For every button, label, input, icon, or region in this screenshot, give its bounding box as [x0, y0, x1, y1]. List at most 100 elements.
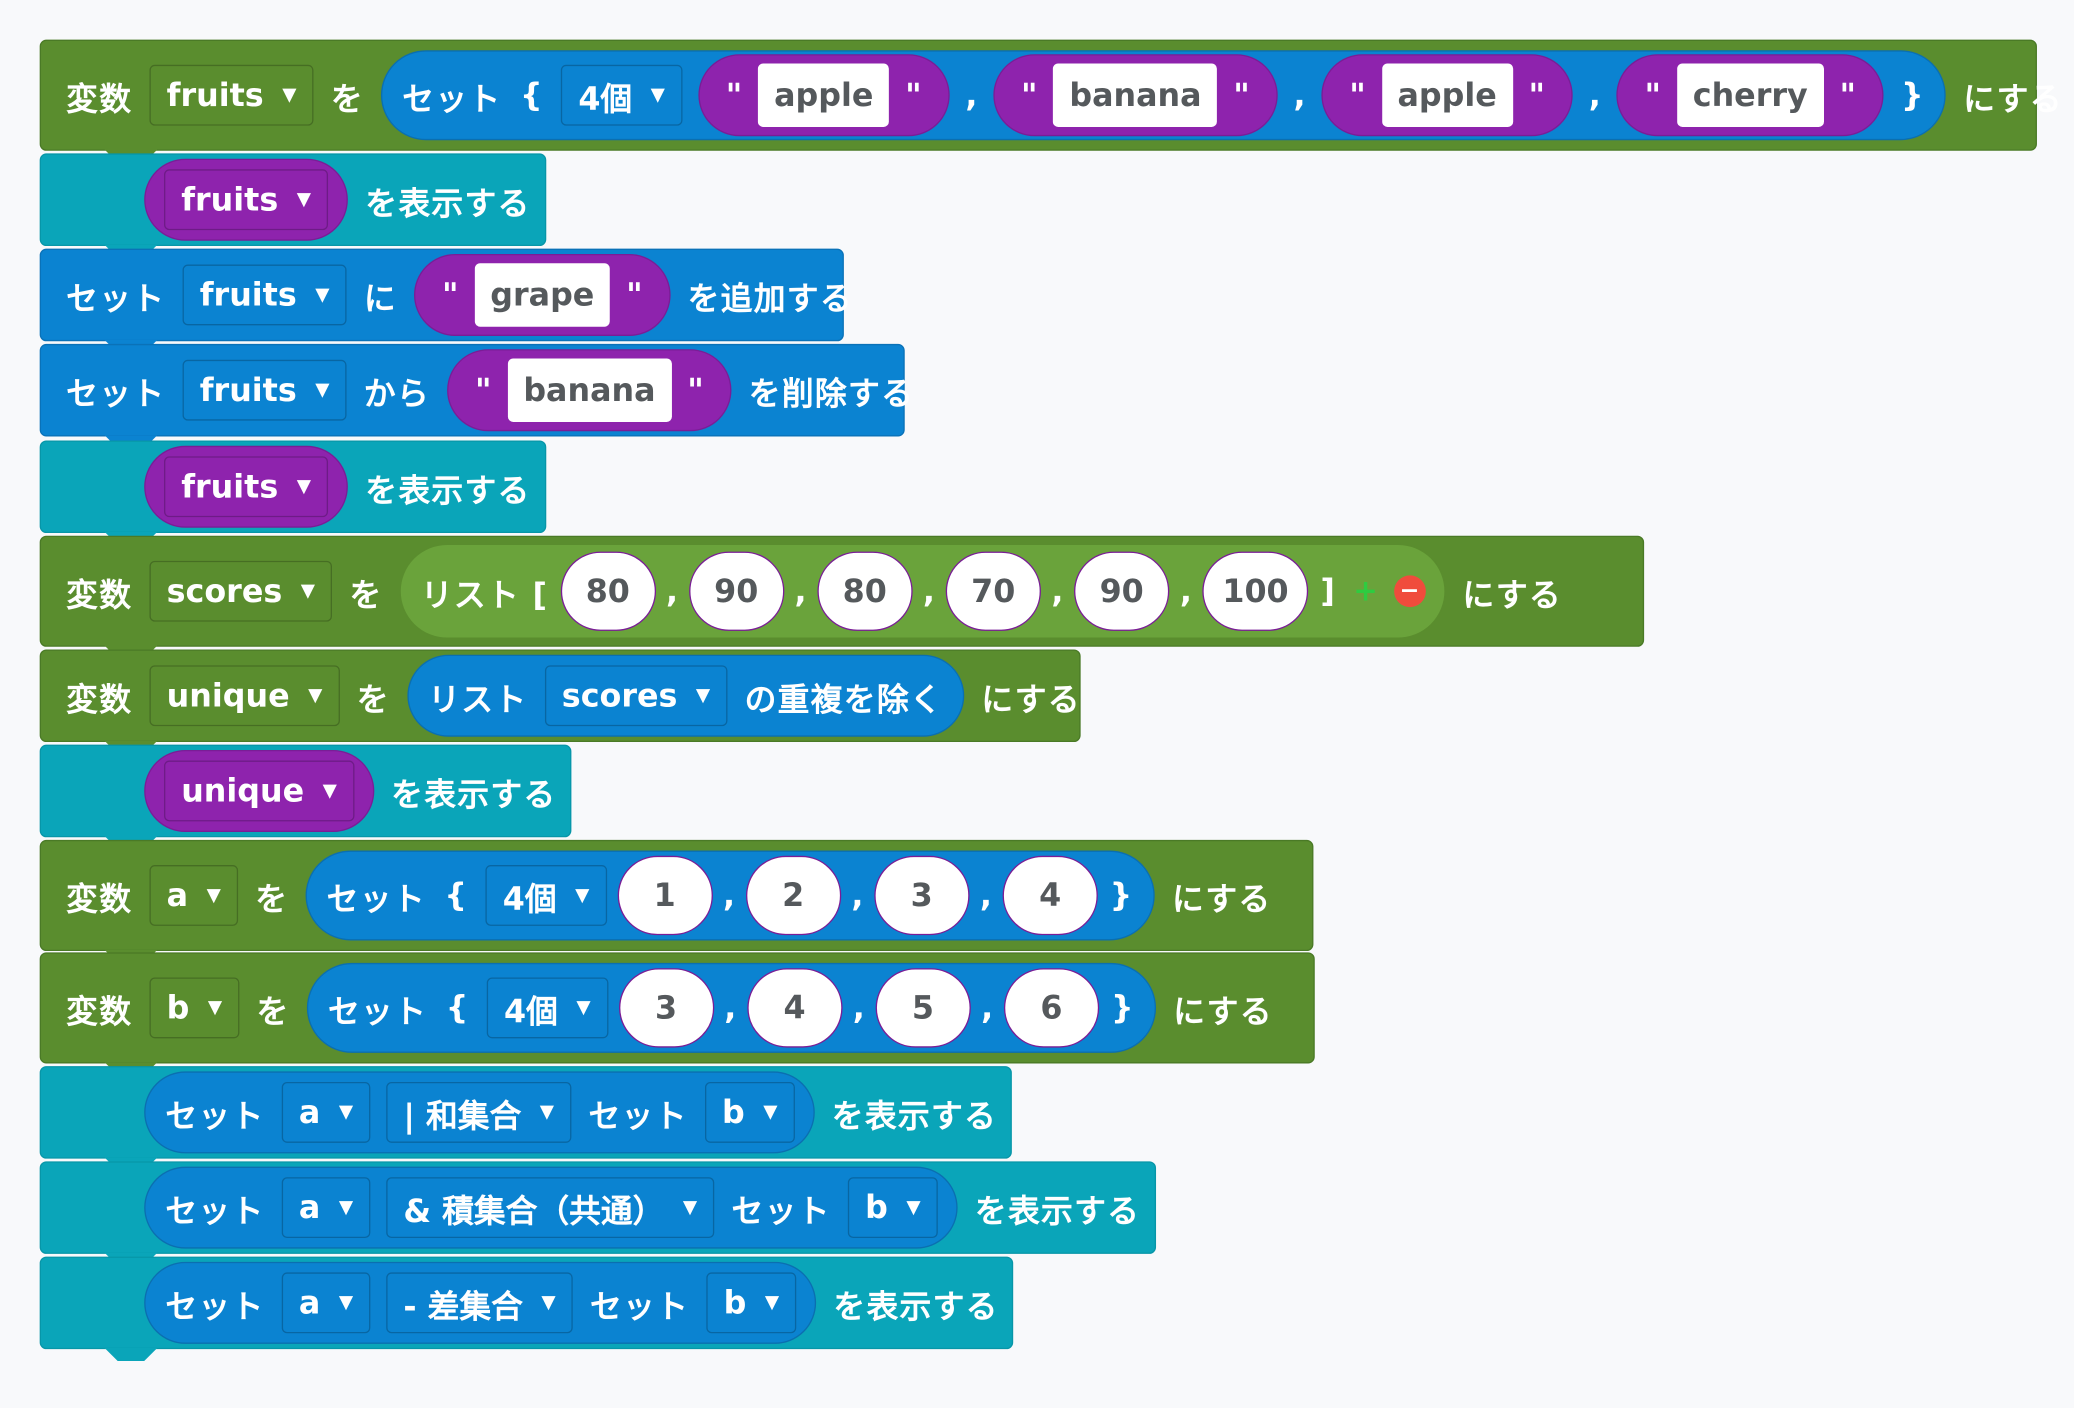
number-field[interactable]: 3	[874, 855, 970, 936]
text-block[interactable]: " banana "	[447, 349, 732, 432]
comma: ,	[724, 989, 737, 1027]
set-variable-block[interactable]: 変数 fruits ▼ を セット { 4個 ▼ " apple " , " banana…	[39, 39, 2061, 151]
chevron-down-icon: ▼	[338, 1101, 354, 1123]
number-field[interactable]: 80	[560, 551, 656, 631]
set-variable-block[interactable]: 変数 scores ▼ を リスト [ 80 , 90 , 80 , 70 , 9…	[39, 535, 1645, 647]
comma: ,	[666, 572, 679, 610]
text-field[interactable]: apple	[758, 63, 890, 127]
dedupe-block[interactable]: リスト scores ▼ の重複を除く	[407, 654, 965, 737]
operator-dropdown[interactable]: - 差集合 ▼	[386, 1272, 573, 1334]
brace-close: }	[1110, 989, 1135, 1027]
count-dropdown[interactable]: 4個 ▼	[486, 977, 608, 1039]
print-block[interactable]: セット a ▼ - 差集合 ▼ セット b ▼ を表示する	[39, 1256, 1014, 1350]
operator-dropdown[interactable]: & 積集合（共通） ▼	[386, 1177, 715, 1239]
list-literal-block[interactable]: リスト [ 80 , 90 , 80 , 70 , 90 , 100 ] + −	[399, 543, 1446, 639]
variable-dropdown[interactable]: unique ▼	[164, 760, 355, 822]
set-variable-block[interactable]: 変数 unique ▼ を リスト scores ▼ の重複を除く にする	[39, 649, 1081, 743]
set-literal-block[interactable]: セット { 4個 ▼ " apple " , " banana " , " apple " ,…	[381, 50, 1947, 141]
keyword: セット	[66, 279, 166, 317]
variable-dropdown[interactable]: scores ▼	[544, 665, 728, 727]
count-dropdown[interactable]: 4個 ▼	[561, 64, 683, 126]
variable-dropdown[interactable]: b ▼	[149, 977, 240, 1039]
number-field[interactable]: 4	[1002, 855, 1098, 936]
set-add-block[interactable]: セット fruits ▼ に " grape " を追加する	[39, 248, 852, 342]
chevron-down-icon: ▼	[207, 997, 223, 1019]
number-field[interactable]: 2	[745, 855, 841, 936]
variable-dropdown[interactable]: b ▼	[706, 1272, 797, 1334]
print-block[interactable]: セット a ▼ | 和集合 ▼ セット b ▼ を表示する	[39, 1066, 1012, 1159]
set-operation-block[interactable]: セット a ▼ - 差集合 ▼ セット b ▼	[144, 1261, 817, 1344]
set-operation-block[interactable]: セット a ▼ | 和集合 ▼ セット b ▼	[144, 1071, 815, 1154]
text-field[interactable]: grape	[474, 263, 611, 327]
variable-dropdown[interactable]: fruits ▼	[182, 359, 347, 421]
print-block[interactable]: fruits ▼ を表示する	[39, 153, 547, 247]
variable-dropdown[interactable]: a ▼	[149, 865, 239, 926]
set-variable-block[interactable]: 変数 b ▼ を セット { 4個 ▼ 3 , 4 , 5 , 6 } にする	[39, 952, 1315, 1064]
text-block[interactable]: " apple "	[1321, 54, 1573, 137]
text-block[interactable]: " grape "	[414, 253, 671, 336]
set-variable-block[interactable]: 変数 a ▼ を セット { 4個 ▼ 1 , 2 , 3 , 4 } にする	[39, 839, 1314, 952]
variable-block[interactable]: unique ▼	[144, 749, 374, 832]
minus-icon[interactable]: −	[1393, 575, 1426, 608]
chevron-down-icon: ▼	[682, 1197, 698, 1219]
chevron-down-icon: ▼	[338, 1197, 354, 1219]
text-block[interactable]: " apple "	[698, 54, 950, 137]
number-field[interactable]: 6	[1003, 968, 1100, 1048]
print-block[interactable]: unique ▼ を表示する	[39, 744, 572, 838]
chevron-down-icon: ▼	[338, 1292, 354, 1314]
text-block[interactable]: " banana "	[993, 54, 1278, 137]
number-field[interactable]: 70	[945, 551, 1041, 631]
number-field[interactable]: 90	[1074, 551, 1170, 631]
keyword: を表示する	[974, 1192, 1141, 1230]
comma: ,	[794, 572, 807, 610]
text-field[interactable]: cherry	[1676, 63, 1824, 127]
keyword: 変数	[66, 80, 133, 118]
print-block[interactable]: fruits ▼ を表示する	[39, 440, 547, 534]
keyword: リスト [	[420, 576, 549, 614]
number-field[interactable]: 5	[875, 968, 971, 1048]
variable-dropdown[interactable]: fruits ▼	[164, 456, 329, 518]
text-block[interactable]: " cherry "	[1616, 54, 1884, 137]
comma: ,	[1051, 572, 1064, 610]
variable-dropdown[interactable]: scores ▼	[149, 560, 333, 622]
text-field[interactable]: banana	[1053, 63, 1218, 127]
variable-block[interactable]: fruits ▼	[144, 158, 349, 241]
set-literal-block[interactable]: セット { 4個 ▼ 1 , 2 , 3 , 4 }	[305, 850, 1155, 941]
variable-dropdown[interactable]: fruits ▼	[149, 64, 314, 126]
number-field[interactable]: 100	[1202, 551, 1309, 631]
text-field[interactable]: banana	[507, 358, 672, 422]
variable-dropdown[interactable]: b ▼	[847, 1177, 938, 1239]
chevron-down-icon: ▼	[576, 997, 591, 1019]
variable-dropdown[interactable]: fruits ▼	[164, 169, 329, 231]
number-field[interactable]: 90	[688, 551, 784, 631]
variable-dropdown[interactable]: a ▼	[281, 1081, 371, 1143]
keyword: を	[349, 576, 383, 614]
keyword: を	[356, 680, 390, 718]
keyword: にする	[981, 680, 1081, 718]
set-operation-block[interactable]: セット a ▼ & 積集合（共通） ▼ セット b ▼	[144, 1166, 958, 1249]
operator-dropdown[interactable]: | 和集合 ▼	[386, 1081, 572, 1143]
variable-dropdown[interactable]: a ▼	[281, 1272, 371, 1334]
variable-block[interactable]: fruits ▼	[144, 445, 349, 528]
set-literal-block[interactable]: セット { 4個 ▼ 3 , 4 , 5 , 6 }	[306, 962, 1157, 1053]
comma: ,	[922, 572, 936, 610]
print-block[interactable]: セット a ▼ & 積集合（共通） ▼ セット b ▼ を表示する	[39, 1161, 1157, 1254]
variable-dropdown[interactable]: b ▼	[704, 1081, 795, 1143]
variable-dropdown[interactable]: a ▼	[281, 1177, 371, 1239]
variable-dropdown[interactable]: unique ▼	[149, 665, 340, 727]
keyword: セット	[327, 992, 428, 1030]
number-field[interactable]: 1	[617, 855, 713, 936]
keyword: に	[363, 279, 397, 317]
number-field[interactable]: 80	[817, 551, 913, 631]
chevron-down-icon: ▼	[541, 1292, 556, 1314]
comma: ,	[1293, 76, 1306, 114]
keyword: を	[330, 80, 364, 118]
set-remove-block[interactable]: セット fruits ▼ から " banana " を削除する	[39, 343, 913, 437]
keyword: セット	[731, 1192, 831, 1230]
count-dropdown[interactable]: 4個 ▼	[485, 865, 607, 926]
text-field[interactable]: apple	[1381, 63, 1513, 127]
variable-dropdown[interactable]: fruits ▼	[182, 264, 347, 326]
number-field[interactable]: 3	[618, 968, 714, 1048]
number-field[interactable]: 4	[746, 968, 843, 1048]
plus-icon[interactable]: +	[1353, 575, 1377, 608]
